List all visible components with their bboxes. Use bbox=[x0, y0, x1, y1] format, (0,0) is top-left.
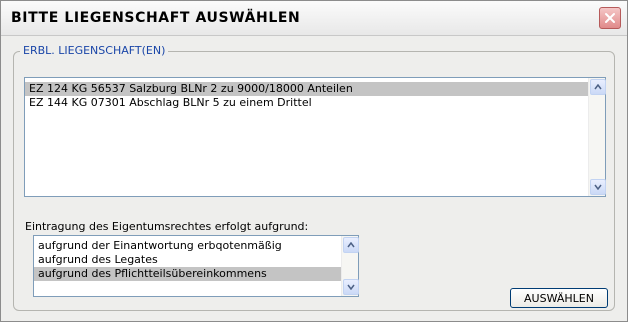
select-button[interactable]: AUSWÄHLEN bbox=[510, 288, 608, 308]
chevron-down-icon bbox=[594, 184, 602, 190]
scroll-up-button[interactable] bbox=[590, 79, 606, 95]
properties-listbox[interactable]: EZ 124 KG 56537 Salzburg BLNr 2 zu 9000/… bbox=[24, 77, 606, 197]
list-item[interactable]: aufgrund des Legates bbox=[34, 253, 358, 267]
title-bar: BITTE LIEGENSCHAFT AUSWÄHLEN bbox=[1, 1, 627, 36]
chevron-up-icon bbox=[347, 242, 355, 248]
list-item[interactable]: aufgrund der Einantwortung erbqotenmäßig bbox=[34, 239, 358, 253]
list-item[interactable]: EZ 144 KG 07301 Abschlag BLNr 5 zu einem… bbox=[25, 96, 605, 110]
dialog-window: BITTE LIEGENSCHAFT AUSWÄHLEN ERBL. LIEGE… bbox=[0, 0, 628, 322]
basis-listbox[interactable]: aufgrund der Einantwortung erbqotenmäßig… bbox=[33, 235, 359, 297]
basis-scrollbar[interactable] bbox=[341, 236, 359, 296]
close-icon bbox=[605, 13, 615, 23]
chevron-up-icon bbox=[594, 84, 602, 90]
basis-section-label: Eintragung des Eigentumsrechtes erfolgt … bbox=[25, 220, 309, 233]
chevron-down-icon bbox=[347, 284, 355, 290]
group-label: ERBL. LIEGENSCHAFT(EN) bbox=[20, 44, 169, 57]
dialog-title: BITTE LIEGENSCHAFT AUSWÄHLEN bbox=[11, 10, 301, 26]
scroll-down-button[interactable] bbox=[590, 179, 606, 195]
properties-scrollbar[interactable] bbox=[588, 78, 606, 196]
list-item[interactable]: EZ 124 KG 56537 Salzburg BLNr 2 zu 9000/… bbox=[25, 82, 605, 96]
scroll-down-button[interactable] bbox=[343, 279, 359, 295]
list-item[interactable]: aufgrund des Pflichtteilsübereinkommens bbox=[34, 267, 358, 281]
scroll-up-button[interactable] bbox=[343, 237, 359, 253]
close-button[interactable] bbox=[599, 7, 621, 29]
